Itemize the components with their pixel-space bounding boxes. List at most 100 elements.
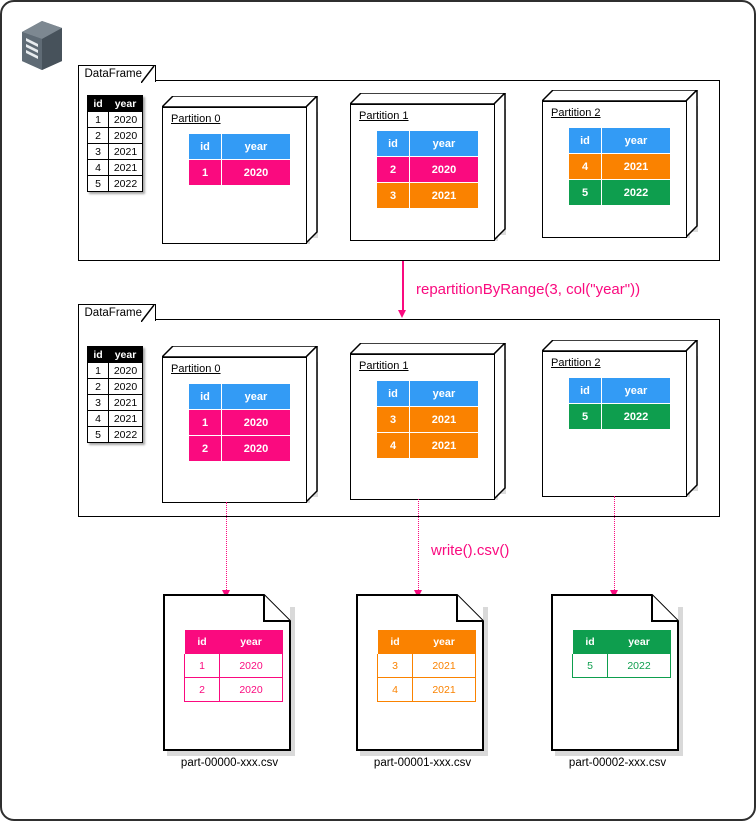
partition-node-after-0: Partition 0 id year 1 2020 2 2020	[162, 346, 318, 503]
cell-year: 2022	[108, 175, 143, 192]
table-row: 3 2021	[376, 406, 479, 433]
partition-label: Partition 1	[359, 360, 409, 372]
cell-id: 2	[184, 677, 220, 702]
column-header-year: year	[601, 377, 671, 404]
table-header-row: id year	[184, 629, 283, 654]
partition-node-after-2: Partition 2 id year 5 2022	[542, 340, 698, 497]
cell-id: 2	[87, 378, 109, 395]
table-row: 1 2020	[188, 409, 291, 436]
column-header-id: id	[376, 380, 410, 407]
cell-year: 2020	[221, 409, 291, 436]
cell-year: 2020	[219, 653, 283, 678]
cell-id: 4	[377, 677, 413, 702]
cell-year: 2020	[221, 435, 291, 462]
partition-label: Partition 0	[171, 363, 221, 375]
cell-id: 3	[376, 182, 410, 209]
cell-year: 2022	[601, 403, 671, 430]
dataframe-before-container: DataFrame id year 1 2020 2 2020 3 2021 4 202…	[77, 65, 720, 261]
partition-label: Partition 2	[551, 107, 601, 119]
cell-year: 2021	[412, 653, 476, 678]
table-row: 1 2020	[188, 159, 291, 186]
table-row: 5 2022	[572, 653, 671, 678]
table-header-row: id year	[376, 130, 479, 157]
partition-label: Partition 0	[171, 113, 221, 125]
cell-year: 2021	[409, 182, 479, 209]
partition-label: Partition 2	[551, 357, 601, 369]
table-row: 4 2021	[377, 677, 476, 702]
column-header-id: id	[568, 127, 602, 154]
cell-year: 2020	[409, 156, 479, 183]
cell-year: 2022	[108, 426, 143, 443]
cell-year: 2021	[601, 153, 671, 180]
column-header-year: year	[108, 95, 143, 112]
cell-id: 1	[184, 653, 220, 678]
csv-file-0: id year 1 2020 2 2020 part-00000-xxx.csv	[162, 593, 297, 769]
table-row: 1 2020	[87, 111, 143, 128]
column-header-year: year	[607, 629, 671, 654]
column-header-year: year	[412, 629, 476, 654]
cell-id: 1	[188, 159, 222, 186]
cell-id: 1	[87, 111, 109, 128]
cell-id: 2	[376, 156, 410, 183]
partition-table: id year 1 2020	[188, 133, 291, 186]
cell-id: 3	[87, 143, 109, 160]
table-row: 2 2020	[188, 435, 291, 462]
dataframe-after-label: DataFrame	[84, 307, 143, 319]
table-header-row: id year	[188, 383, 291, 410]
column-header-year: year	[221, 383, 291, 410]
table-row: 5 2022	[568, 179, 671, 206]
column-header-id: id	[87, 95, 109, 112]
repartition-label: repartitionByRange(3, col("year"))	[416, 281, 641, 298]
write-label: write().csv()	[431, 542, 510, 559]
column-header-id: id	[568, 377, 602, 404]
cell-id: 4	[87, 410, 109, 427]
column-header-year: year	[221, 133, 291, 160]
dataframe-before-label: DataFrame	[84, 68, 143, 80]
csv-table: id year 5 2022	[572, 629, 671, 678]
write-arrow-line-0	[226, 502, 227, 592]
csv-table: id year 1 2020 2 2020	[184, 629, 283, 702]
table-row: 2 2020	[184, 677, 283, 702]
cell-id: 1	[188, 409, 222, 436]
csv-file-1: id year 3 2021 4 2021 part-00001-xxx.csv	[355, 593, 490, 769]
column-header-id: id	[572, 629, 608, 654]
cell-year: 2021	[409, 406, 479, 433]
cell-id: 4	[568, 153, 602, 180]
dataframe-after-tab: DataFrame	[77, 304, 156, 322]
dataframe-before-tab: DataFrame	[77, 65, 156, 83]
source-dataframe-table: id year 1 2020 2 2020 3 2021 4 2021 5 2022	[87, 95, 143, 192]
partition-label: Partition 1	[359, 110, 409, 122]
column-header-id: id	[188, 133, 222, 160]
cell-id: 4	[376, 432, 410, 459]
dataframe-after-container: DataFrame id year 1 2020 2 2020 3 2021 4 202…	[77, 304, 720, 517]
table-row: 3 2021	[87, 394, 143, 411]
source-dataframe-table-after: id year 1 2020 2 2020 3 2021 4 2021 5 2022	[87, 346, 143, 443]
repartition-arrow-line	[402, 261, 404, 312]
table-header-row: id year	[572, 629, 671, 654]
cell-year: 2020	[108, 378, 143, 395]
table-row: 3 2021	[377, 653, 476, 678]
column-header-id: id	[87, 346, 109, 363]
cell-year: 2020	[108, 127, 143, 144]
cell-id: 5	[87, 175, 109, 192]
cell-year: 2021	[409, 432, 479, 459]
cell-year: 2020	[219, 677, 283, 702]
cell-id: 5	[568, 179, 602, 206]
write-arrow-line-1	[418, 499, 419, 592]
diagram-canvas: DataFrame id year 1 2020 2 2020 3 2021 4 202…	[0, 0, 756, 821]
cell-year: 2022	[607, 653, 671, 678]
cell-id: 2	[87, 127, 109, 144]
table-row: 2 2020	[376, 156, 479, 183]
cell-year: 2021	[108, 410, 143, 427]
server-icon	[18, 18, 66, 72]
cell-year: 2020	[108, 362, 143, 379]
csv-file-name: part-00000-xxx.csv	[180, 757, 279, 769]
partition-table: id year 2 2020 3 2021	[376, 130, 479, 209]
table-row: 4 2021	[87, 410, 143, 427]
column-header-year: year	[409, 380, 479, 407]
table-header-row: id year	[568, 377, 671, 404]
csv-file-name: part-00001-xxx.csv	[373, 757, 472, 769]
csv-table: id year 3 2021 4 2021	[377, 629, 476, 702]
table-row: 1 2020	[184, 653, 283, 678]
table-row: 3 2021	[87, 143, 143, 160]
